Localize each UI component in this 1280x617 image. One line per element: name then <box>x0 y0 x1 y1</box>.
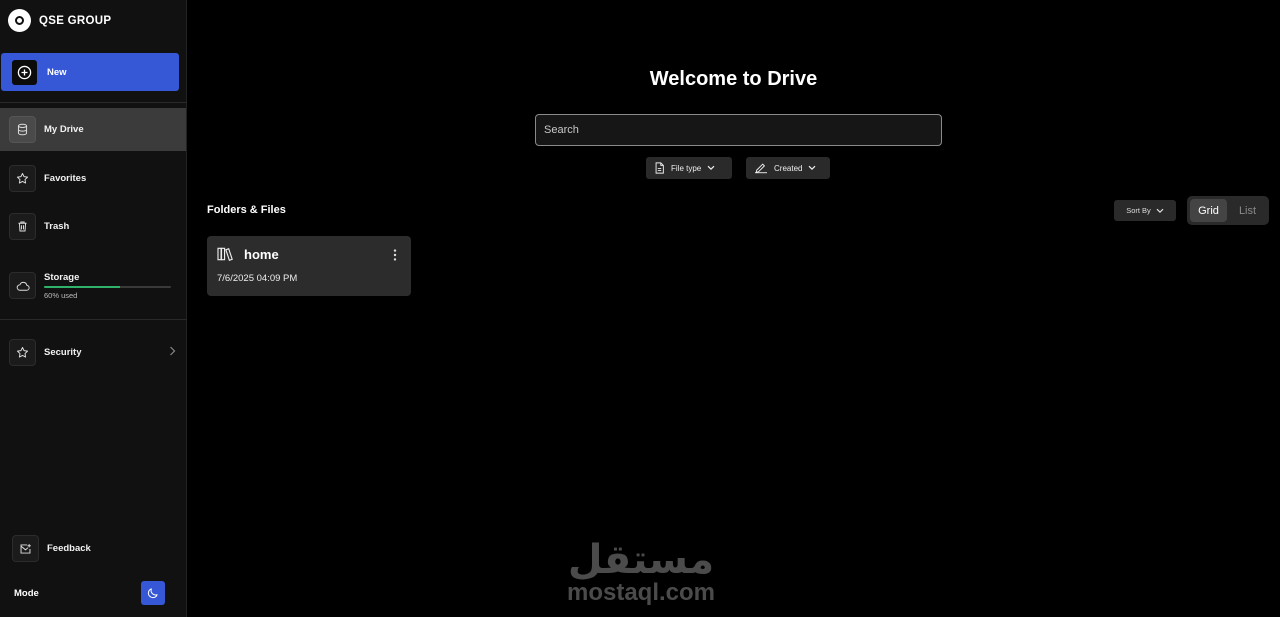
database-icon <box>9 116 36 143</box>
feedback-label: Feedback <box>47 543 91 554</box>
mode-label: Mode <box>14 588 39 599</box>
divider <box>0 319 187 320</box>
watermark-latin: mostaql.com <box>567 579 715 606</box>
file-type-filter-label: File type <box>671 163 702 173</box>
created-filter[interactable]: Created <box>746 157 830 179</box>
file-type-filter[interactable]: File type <box>646 157 732 179</box>
sidebar-item-label: Favorites <box>44 173 87 184</box>
chevron-right-icon <box>170 346 176 356</box>
star-icon <box>9 339 36 366</box>
sidebar-item-label: Security <box>44 347 82 358</box>
sidebar-item-storage[interactable]: Storage 60% used <box>0 264 186 307</box>
brand-logo-icon <box>8 9 31 32</box>
mostaql-watermark: مستقل mostaql.com <box>567 537 715 606</box>
storage-label: Storage <box>44 271 80 283</box>
chevron-down-icon <box>809 165 816 171</box>
dark-mode-toggle[interactable] <box>141 581 165 605</box>
plus-circle-icon <box>12 59 37 85</box>
folder-card[interactable]: home 7/6/2025 04:09 PM <box>207 236 411 296</box>
divider <box>0 102 187 103</box>
storage-used-text: 60% used <box>44 290 78 300</box>
watermark-arabic: مستقل <box>568 537 714 583</box>
sort-by-dropdown[interactable]: Sort By <box>1114 200 1176 221</box>
folder-name: home <box>244 247 279 262</box>
books-icon <box>217 247 233 261</box>
chevron-down-icon <box>1156 208 1164 213</box>
file-icon <box>655 162 664 174</box>
sidebar-item-label: Trash <box>44 221 70 232</box>
search-input[interactable] <box>535 114 942 146</box>
sidebar-item-label: My Drive <box>44 124 84 135</box>
section-title: Folders & Files <box>207 204 286 216</box>
folder-date: 7/6/2025 04:09 PM <box>217 273 298 284</box>
brand[interactable]: QSE GROUP <box>8 9 111 32</box>
more-vertical-icon[interactable] <box>393 249 397 261</box>
grid-view-button[interactable]: Grid <box>1190 199 1227 222</box>
feedback-button[interactable]: Feedback <box>12 535 91 562</box>
brand-name: QSE GROUP <box>39 14 112 27</box>
list-view-button[interactable]: List <box>1229 199 1266 222</box>
view-toggle: Grid List <box>1187 196 1269 225</box>
star-icon <box>9 165 36 192</box>
sidebar-item-my-drive[interactable]: My Drive <box>0 108 186 151</box>
sidebar-item-favorites[interactable]: Favorites <box>0 157 186 200</box>
page-title: Welcome to Drive <box>649 68 818 90</box>
storage-progress-bar <box>44 285 171 288</box>
sort-by-label: Sort By <box>1126 206 1151 215</box>
sidebar-item-security[interactable]: Security <box>0 331 186 374</box>
moon-icon <box>147 588 158 599</box>
mail-feedback-icon <box>12 535 39 562</box>
created-filter-label: Created <box>774 163 803 173</box>
storage-progress-fill <box>44 285 121 288</box>
sidebar-item-trash[interactable]: Trash <box>0 205 186 248</box>
signature-icon <box>755 163 767 174</box>
trash-icon <box>9 213 36 240</box>
sidebar: QSE GROUP New My Drive Favorites Trash S… <box>0 0 187 617</box>
new-button-label: New <box>47 66 67 78</box>
chevron-down-icon <box>707 165 715 171</box>
new-button[interactable]: New <box>1 53 179 91</box>
storage-info: Storage 60% used <box>44 272 171 300</box>
cloud-icon <box>9 272 36 299</box>
